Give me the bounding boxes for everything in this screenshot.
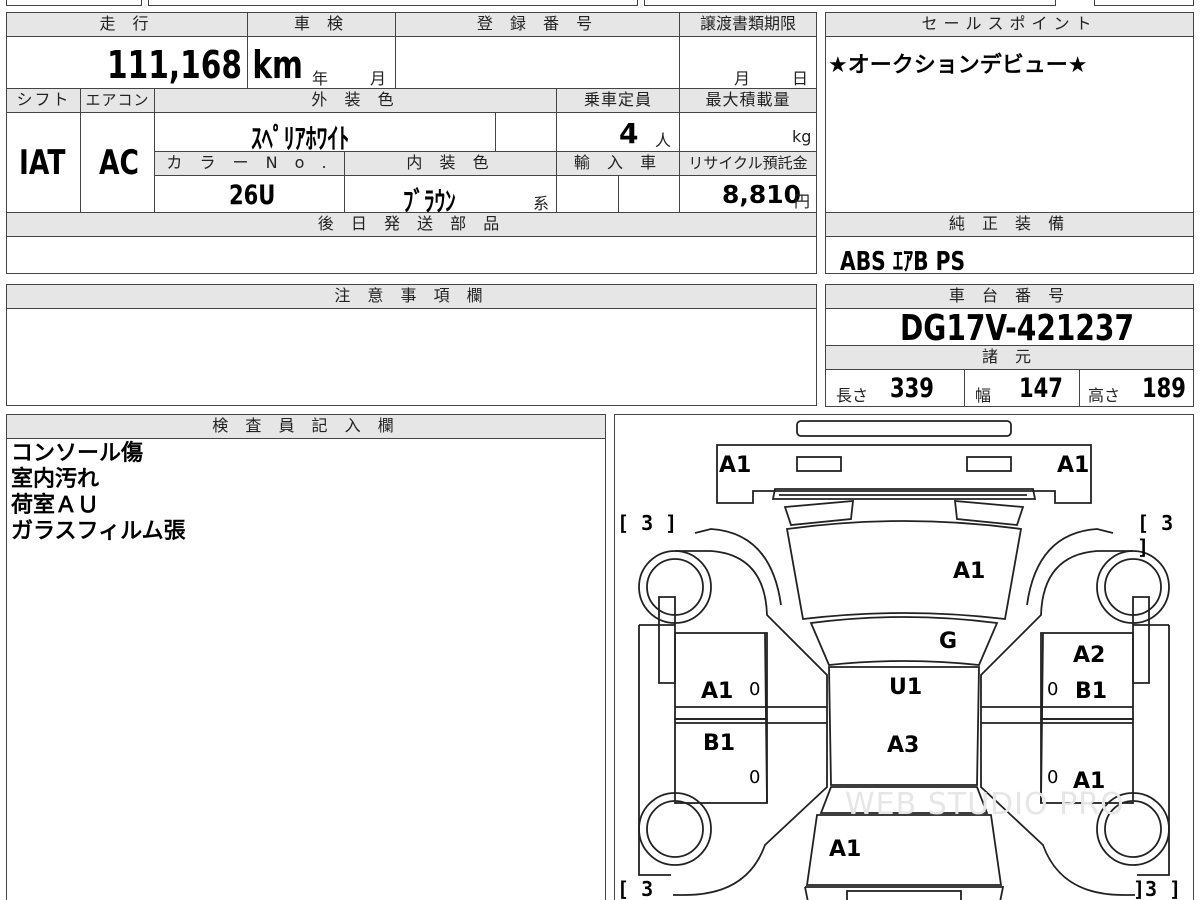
- tire-front-right: [ 3 ]: [1137, 511, 1174, 559]
- capacity-cell: 4 人: [556, 112, 680, 152]
- inspector-body: コンソール傷 室内汚れ 荷室ＡＵ ガラスフィルム張: [6, 438, 606, 900]
- length-cell: 長さ 339: [825, 369, 965, 407]
- recycle-fee-value: 8,810: [722, 180, 802, 209]
- color-no-value: 26U: [229, 180, 276, 211]
- inspector-notes: コンソール傷 室内汚れ 荷室ＡＵ ガラスフィルム張: [11, 441, 186, 545]
- import-cell-a: [556, 175, 619, 213]
- chassis-header: 車 台 番 号: [825, 284, 1194, 309]
- shaken-month-label: 月: [370, 69, 387, 88]
- mileage-cell: 111,168 km: [6, 36, 303, 89]
- interior-color-header: 内 装 色: [344, 151, 557, 176]
- length-label: 長さ: [836, 386, 869, 405]
- recycle-fee-cell: 8,810 円: [679, 175, 817, 213]
- mark-roof-rear: A3: [887, 733, 920, 758]
- mark-front-right-corner: A1: [1057, 453, 1090, 478]
- mark-roof: U1: [889, 675, 923, 700]
- mark-right-front-door-upper: A2: [1073, 643, 1106, 668]
- transfer-deadline-header: 譲渡書類期限: [679, 12, 817, 37]
- shift-header: シフト: [6, 88, 81, 113]
- mark-right-rear-door: A1: [1073, 769, 1106, 794]
- sales-point-header: セールスポイント: [825, 12, 1194, 37]
- max-load-cell: kg: [679, 112, 817, 152]
- interior-color-suffix: 系: [533, 194, 550, 213]
- shift-value: IAT: [19, 143, 66, 183]
- inspector-line: ガラスフィルム張: [11, 519, 186, 544]
- shaken-cell: 年 月: [247, 36, 396, 89]
- max-load-header: 最大積載量: [679, 88, 817, 113]
- later-parts-cell: [6, 236, 817, 274]
- top-strip: [0, 0, 1200, 8]
- notes-body: [6, 308, 817, 406]
- length-value: 339: [890, 373, 934, 404]
- tire-rear-right: ]3 ]: [1133, 877, 1182, 900]
- notes-header: 注 意 事 項 欄: [6, 284, 817, 309]
- exterior-color-cell: ｽﾍﾟﾘｱﾎﾜｲﾄ: [154, 112, 496, 155]
- standard-equipment-text: ABS ｴｱB PS: [840, 247, 966, 277]
- mark-left-rear-door: B1: [703, 731, 736, 756]
- chassis-value-cell: DG17V-421237: [825, 308, 1194, 349]
- recycle-fee-header: リサイクル預託金: [679, 151, 817, 176]
- mark-left-front-door: A1: [701, 679, 734, 704]
- width-value: 147: [1019, 373, 1063, 404]
- exterior-color-extra-cell: [495, 112, 557, 152]
- zero-mark: 0: [1047, 767, 1059, 788]
- shift-cell: IAT: [6, 112, 81, 213]
- mark-front-left-corner: A1: [719, 453, 752, 478]
- chassis-number: DG17V-421237: [900, 308, 1135, 349]
- color-no-cell: 26U: [154, 175, 345, 213]
- car-damage-diagram: WEB STUDIO PRO A1 A1 A1 G U1 A3 A1 A1 B1…: [614, 414, 1194, 900]
- height-label: 高さ: [1088, 386, 1121, 405]
- mark-rear-hatch: A1: [829, 837, 862, 862]
- standard-equipment-header: 純 正 装 備: [825, 212, 1194, 237]
- max-load-unit: kg: [792, 127, 812, 146]
- capacity-header: 乗車定員: [556, 88, 680, 113]
- inspector-line: 荷室ＡＵ: [11, 493, 100, 518]
- zero-mark: 0: [749, 679, 761, 700]
- later-parts-header: 後 日 発 送 部 品: [6, 212, 817, 237]
- registration-header: 登 録 番 号: [395, 12, 680, 37]
- inspector-line: コンソール傷: [11, 441, 144, 466]
- color-no-header: カ ラ ー N o .: [154, 151, 345, 176]
- width-label: 幅: [975, 386, 992, 405]
- mark-right-front-door: B1: [1075, 679, 1108, 704]
- tire-front-left: [ 3 ]: [617, 511, 678, 535]
- mileage-header: 走 行: [6, 12, 248, 37]
- inspector-header: 検 査 員 記 入 欄: [6, 414, 606, 439]
- aircon-cell: AC: [80, 112, 155, 213]
- capacity-value: 4: [619, 117, 639, 150]
- sales-point-body: ★オークションデビュー★: [825, 36, 1194, 213]
- sales-point-text: ★オークションデビュー★: [828, 53, 1088, 78]
- transfer-deadline-cell: 月 日: [679, 36, 817, 89]
- specs-header: 諸 元: [825, 345, 1194, 370]
- shaken-header: 車 検: [247, 12, 396, 37]
- registration-cell: [395, 36, 680, 89]
- recycle-fee-unit: 円: [794, 192, 811, 211]
- height-value: 189: [1142, 373, 1186, 404]
- inspector-line: 室内汚れ: [11, 467, 100, 492]
- car-outline-drawing: [638, 420, 1170, 900]
- capacity-unit: 人: [655, 131, 672, 150]
- standard-equipment-body: ABS ｴｱB PS: [825, 236, 1194, 277]
- transfer-month-label: 月: [734, 69, 751, 88]
- aircon-header: エアコン: [80, 88, 155, 113]
- mark-windshield: G: [939, 629, 958, 654]
- mark-hood: A1: [953, 559, 986, 584]
- zero-mark: 0: [1047, 679, 1059, 700]
- width-cell: 幅 147: [964, 369, 1080, 407]
- exterior-color-header: 外 装 色: [154, 88, 557, 113]
- height-cell: 高さ 189: [1079, 369, 1194, 407]
- interior-color-cell: ﾌﾞﾗｳﾝ 系: [344, 175, 557, 218]
- shaken-year-label: 年: [312, 69, 329, 88]
- import-cell-b: [618, 175, 680, 213]
- aircon-value: AC: [99, 143, 139, 183]
- transfer-day-label: 日: [792, 69, 809, 88]
- tire-rear-left: [ 3: [617, 877, 654, 900]
- zero-mark: 0: [749, 767, 761, 788]
- import-header: 輸 入 車: [556, 151, 680, 176]
